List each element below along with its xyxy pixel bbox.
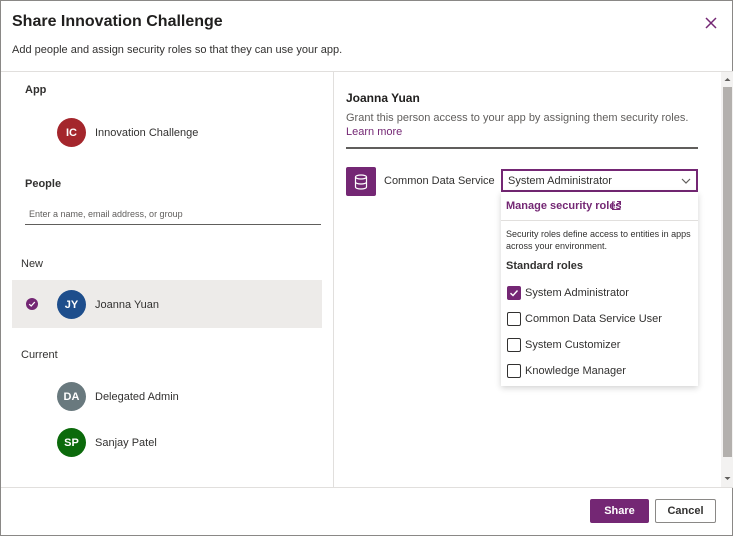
avatar: SP (57, 428, 86, 457)
person-name[interactable]: Delegated Admin (95, 391, 179, 403)
app-name: Innovation Challenge (95, 127, 199, 139)
grant-description: Grant this person access to your app by … (346, 111, 698, 139)
scroll-down-arrow-icon[interactable] (723, 474, 732, 483)
close-icon[interactable] (702, 14, 720, 32)
role-label[interactable]: System Customizer (525, 339, 620, 351)
right-divider (346, 147, 698, 149)
people-search-input[interactable] (25, 203, 321, 225)
panel-divider (333, 72, 334, 487)
current-group-label: Current (21, 349, 58, 361)
dialog-subtitle: Add people and assign security roles so … (12, 44, 343, 56)
database-icon (346, 167, 376, 196)
avatar: JY (57, 290, 86, 319)
people-section-label: People (25, 178, 62, 190)
service-label: Common Data Service (384, 175, 495, 187)
role-label[interactable]: Common Data Service User (525, 313, 662, 325)
dropdown-selected-value: System Administrator (508, 175, 612, 187)
app-avatar: IC (57, 118, 86, 147)
role-label[interactable]: System Administrator (525, 287, 629, 299)
security-role-dropdown[interactable]: System Administrator (501, 169, 698, 192)
scrollbar-thumb[interactable] (723, 87, 732, 457)
scroll-up-arrow-icon[interactable] (723, 75, 732, 84)
role-checkbox[interactable] (507, 312, 521, 326)
avatar: DA (57, 382, 86, 411)
new-group-label: New (21, 258, 44, 270)
person-name[interactable]: Sanjay Patel (95, 437, 157, 449)
chevron-down-icon (675, 172, 695, 189)
role-label[interactable]: Knowledge Manager (525, 365, 626, 377)
person-name: Joanna Yuan (95, 299, 160, 311)
role-checkbox[interactable] (507, 286, 521, 300)
cancel-button[interactable]: Cancel (655, 499, 716, 523)
top-divider (1, 71, 733, 72)
share-button[interactable]: Share (590, 499, 649, 523)
role-checkbox[interactable] (507, 338, 521, 352)
roles-description: Security roles define access to entities… (506, 229, 691, 251)
manage-security-roles-link[interactable]: Manage security roles (506, 200, 622, 212)
app-section-label: App (25, 84, 47, 96)
footer-divider (1, 487, 733, 488)
external-link-icon (612, 201, 621, 210)
learn-more-link[interactable]: Learn more (346, 126, 402, 138)
dropdown-divider (501, 220, 698, 221)
role-checkbox[interactable] (507, 364, 521, 378)
dialog-title: Share Innovation Challenge (12, 13, 223, 30)
share-dialog: Share Innovation Challenge Add people an… (0, 0, 733, 536)
grant-text: Grant this person access to your app by … (346, 112, 689, 124)
selected-person-heading: Joanna Yuan (346, 91, 420, 105)
standard-roles-heading: Standard roles (506, 260, 584, 272)
selected-check-icon (26, 298, 38, 310)
